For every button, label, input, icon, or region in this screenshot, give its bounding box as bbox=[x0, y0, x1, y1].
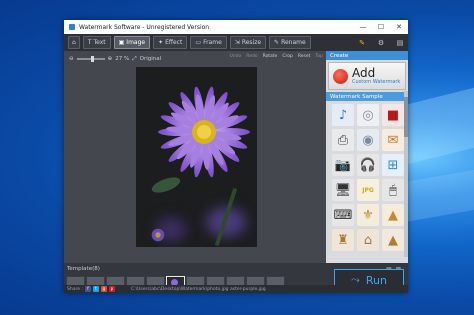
effect-icon: ✦ bbox=[158, 39, 164, 46]
original-size-icon[interactable]: ⤢ bbox=[132, 56, 136, 63]
template-label: Template(8) bbox=[67, 266, 100, 272]
zoom-out-icon[interactable]: ⊖ bbox=[69, 56, 74, 62]
home-icon: ⌂ bbox=[72, 39, 76, 46]
crop-button[interactable]: Crop bbox=[282, 54, 293, 64]
tab-text[interactable]: T Text bbox=[82, 36, 111, 49]
zoom-in-icon[interactable]: ⊕ bbox=[108, 56, 113, 62]
facebook-icon[interactable]: f bbox=[84, 286, 91, 292]
tab-rename[interactable]: ✎ Rename bbox=[269, 36, 311, 49]
pinterest-icon[interactable]: p bbox=[108, 286, 115, 292]
title-bar: Watermark Software - Unregistered Versio… bbox=[64, 20, 408, 34]
sample-grid: ♪ ◎ ■ ⎙ ◉ ✉ 📷 🎧 ⊞ 🖥 JPG 🖱 ⌨ ⚜ ▲ ♜ ⌂ ▲ bbox=[326, 101, 408, 251]
tab-label: Image bbox=[126, 39, 146, 46]
camcorder-icon[interactable]: ■ bbox=[382, 104, 404, 126]
keyboard-icon[interactable]: ⌨ bbox=[332, 204, 354, 226]
main-toolbar: ⌂ T Text ▣ Image ✦ Effect ▭ Frame ⇲ Resi… bbox=[64, 34, 408, 51]
status-bar: Share : f t g p C:\Users\abc\Desktop\Wat… bbox=[64, 285, 408, 293]
flower-graphic bbox=[151, 86, 250, 242]
zoom-value: 27 % bbox=[115, 56, 130, 62]
tab-label: Frame bbox=[203, 39, 222, 46]
watermark-sample-header: Watermark Sample bbox=[326, 92, 408, 101]
canvas-actions: Undo Redo Rotate Crop Reset Top bbox=[230, 54, 324, 64]
mail-icon[interactable]: ✉ bbox=[382, 129, 404, 151]
twitter-icon[interactable]: t bbox=[92, 286, 99, 292]
headphones-icon[interactable]: 🎧 bbox=[357, 154, 379, 176]
tab-image[interactable]: ▣ Image bbox=[113, 36, 151, 49]
tab-label: Rename bbox=[281, 39, 306, 46]
zoom-slider[interactable] bbox=[76, 56, 105, 62]
zoom-bar: ⊖ ⊕ 27 % ⤢ Original bbox=[69, 54, 161, 64]
add-icon bbox=[333, 68, 348, 84]
side-scrollbar[interactable] bbox=[404, 91, 408, 257]
menu-icon[interactable]: ▤ bbox=[392, 39, 408, 47]
image-icon: ▣ bbox=[118, 39, 125, 46]
disc-icon[interactable]: ◉ bbox=[357, 129, 379, 151]
top-button[interactable]: Top bbox=[315, 54, 323, 64]
add-sublabel: Custom Watermark bbox=[352, 79, 401, 85]
app-window: Watermark Software - Unregistered Versio… bbox=[64, 20, 408, 293]
app-icon bbox=[69, 24, 75, 30]
cd-disc-icon[interactable]: ◎ bbox=[357, 104, 379, 126]
minimize-button[interactable]: — bbox=[354, 23, 372, 31]
tab-label: Effect bbox=[165, 39, 183, 46]
tab-frame[interactable]: ▭ Frame bbox=[190, 36, 227, 49]
side-panel: Create Add Custom Watermark Watermark Sa… bbox=[326, 51, 408, 263]
windows-logo-icon[interactable]: ⊞ bbox=[382, 154, 404, 176]
window-title: Watermark Software - Unregistered Versio… bbox=[79, 23, 210, 31]
reset-button[interactable]: Reset bbox=[298, 54, 311, 64]
add-label: Add bbox=[352, 66, 376, 80]
tab-effect[interactable]: ✦ Effect bbox=[153, 36, 188, 49]
text-icon: T bbox=[87, 39, 92, 46]
tab-label: Text bbox=[93, 39, 106, 46]
settings-icon[interactable]: ⚙ bbox=[373, 39, 389, 47]
monitor-icon[interactable]: 🖥 bbox=[332, 179, 354, 201]
undo-button[interactable]: Undo bbox=[230, 54, 242, 64]
create-header: Create bbox=[326, 51, 408, 60]
pyramid-icon[interactable]: ▲ bbox=[382, 204, 404, 226]
add-watermark-button[interactable]: Add Custom Watermark bbox=[328, 62, 406, 90]
hanger-icon[interactable]: ⚜ bbox=[357, 204, 379, 226]
printer-icon[interactable]: ⎙ bbox=[332, 129, 354, 151]
tab-resize[interactable]: ⇲ Resize bbox=[229, 36, 267, 49]
tower-icon[interactable]: ♜ bbox=[332, 229, 354, 251]
canvas-area: ⊖ ⊕ 27 % ⤢ Original Undo Redo Rotate Cro… bbox=[64, 51, 326, 263]
preview-image[interactable] bbox=[136, 67, 257, 247]
pyramid-2-icon[interactable]: ▲ bbox=[382, 229, 404, 251]
rename-icon: ✎ bbox=[274, 39, 280, 46]
home-button[interactable]: ⌂ bbox=[68, 36, 80, 49]
tab-label: Resize bbox=[241, 39, 262, 46]
maximize-button[interactable]: ☐ bbox=[372, 23, 390, 31]
workspace: ⊖ ⊕ 27 % ⤢ Original Undo Redo Rotate Cro… bbox=[64, 51, 408, 263]
desktop-light-beam bbox=[400, 83, 474, 167]
redo-button[interactable]: Redo bbox=[246, 54, 257, 64]
close-button[interactable]: ✕ bbox=[390, 23, 408, 31]
rotate-button[interactable]: Rotate bbox=[263, 54, 278, 64]
original-label[interactable]: Original bbox=[140, 56, 162, 62]
register-key-icon[interactable]: ✎ bbox=[354, 39, 370, 47]
google-plus-icon[interactable]: g bbox=[100, 286, 107, 292]
music-note-icon[interactable]: ♪ bbox=[332, 104, 354, 126]
colosseum-icon[interactable]: ⌂ bbox=[357, 229, 379, 251]
camera-icon[interactable]: 📷 bbox=[332, 154, 354, 176]
desktop-light-beam bbox=[405, 167, 474, 223]
jpg-file-icon[interactable]: JPG bbox=[357, 179, 379, 201]
add-text: Add Custom Watermark bbox=[352, 67, 400, 85]
mouse-icon[interactable]: 🖱 bbox=[382, 179, 404, 201]
share-label: Share : bbox=[67, 286, 83, 292]
resize-icon: ⇲ bbox=[234, 39, 240, 46]
frame-icon: ▭ bbox=[195, 39, 202, 46]
file-path: C:\Users\abc\Desktop\Watermark\photo.jpg… bbox=[130, 286, 266, 292]
